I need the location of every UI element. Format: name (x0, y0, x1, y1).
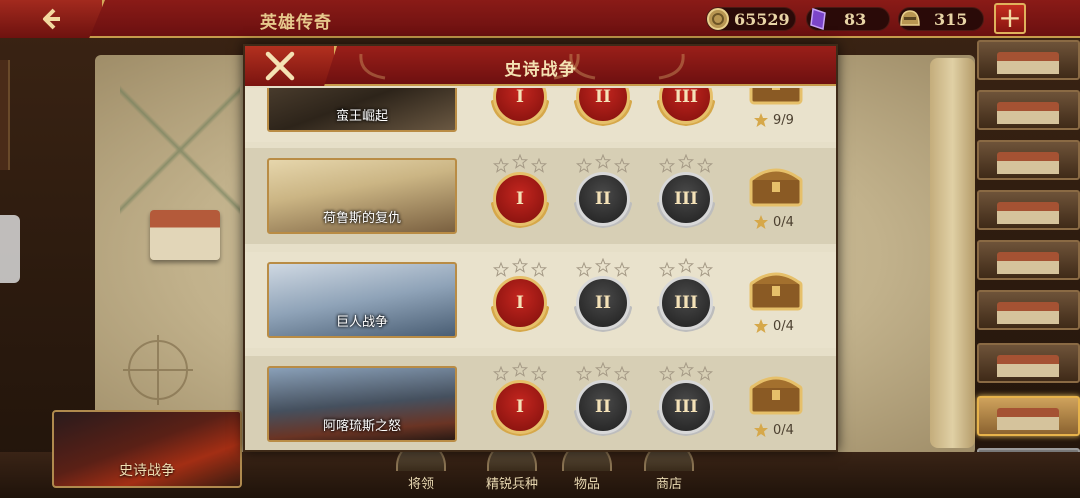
star-progress-value: 0/4 (773, 318, 794, 334)
difficulty-medal-3[interactable]: III (653, 362, 719, 444)
difficulty-label: I (493, 380, 547, 434)
building-slot-1[interactable] (977, 40, 1080, 80)
difficulty-medal-2[interactable]: II (570, 88, 636, 134)
generals-label: 将领 (407, 477, 434, 492)
difficulty-medal-3[interactable]: III (653, 88, 719, 134)
star-progress: 0/4 (753, 420, 813, 440)
back-arrow-icon (43, 8, 60, 30)
map-scroll-edge (930, 58, 975, 448)
difficulty-medal-1[interactable]: I (487, 154, 553, 236)
elite-units-label: 精锐兵种 (485, 477, 538, 492)
gold-value: 65529 (734, 9, 790, 29)
left-panel-edge (0, 60, 10, 170)
chapter-row-giants[interactable]: 巨人战争 I II III 0/4 (245, 252, 836, 348)
star-progress: 9/9 (753, 110, 813, 130)
difficulty-medal-1[interactable]: I (487, 258, 553, 340)
dialog-title: 史诗战争 (504, 60, 577, 80)
difficulty-label: I (493, 276, 547, 330)
building-slot-4[interactable] (977, 190, 1080, 230)
building-slot-8-selected[interactable] (977, 396, 1080, 436)
difficulty-stars (658, 362, 714, 381)
map-mountains (120, 80, 240, 220)
treasure-chest-icon[interactable] (748, 88, 804, 106)
building-slot-3[interactable] (977, 140, 1080, 180)
star-progress: 0/4 (753, 212, 813, 232)
epic-war-dialog: 史诗战争 蛮王崛起 I II III 9/9 荷鲁斯的复仇 I II III 0/4 巨人战… (243, 44, 838, 452)
add-resource-button[interactable]: + (994, 3, 1026, 34)
chapter-name: 荷鲁斯的复仇 (322, 211, 401, 226)
difficulty-label: II (576, 380, 630, 434)
epic-war-card[interactable]: 史诗战争 (52, 410, 242, 488)
difficulty-stars (492, 154, 548, 173)
chapter-thumbnail[interactable]: 蛮王崛起 (267, 88, 457, 132)
chapter-name: 阿喀琉斯之怒 (322, 419, 401, 434)
treasure-chest-icon[interactable] (748, 268, 804, 312)
chapter-thumbnail[interactable]: 巨人战争 (267, 262, 457, 338)
star-icon (754, 215, 768, 229)
difficulty-stars (575, 362, 631, 381)
chapter-name: 巨人战争 (335, 315, 388, 330)
gem-value: 83 (844, 9, 867, 29)
building-slot-5[interactable] (977, 240, 1080, 280)
difficulty-label: II (576, 172, 630, 226)
difficulty-stars (492, 258, 548, 277)
gem-counter[interactable]: 83 (806, 7, 890, 31)
gold-counter[interactable]: 65529 (706, 7, 796, 31)
difficulty-label: II (576, 276, 630, 330)
food-counter[interactable]: 315 (898, 7, 984, 31)
chapter-name: 蛮王崛起 (335, 109, 388, 124)
chapter-row-horus[interactable]: 荷鲁斯的复仇 I II III 0/4 (245, 148, 836, 244)
back-button[interactable] (0, 0, 105, 38)
compass-icon (128, 340, 188, 400)
difficulty-stars (658, 154, 714, 173)
difficulty-stars (575, 258, 631, 277)
top-bar: 英雄传奇 65529 83 315 + (0, 0, 1080, 38)
difficulty-label: III (659, 276, 713, 330)
star-progress-value: 0/4 (773, 214, 794, 230)
treasure-chest-icon[interactable] (748, 164, 804, 208)
chapter-row-barbarian[interactable]: 蛮王崛起 I II III 9/9 (245, 88, 836, 142)
shop-label: 商店 (655, 477, 682, 492)
page-title: 英雄传奇 (260, 13, 332, 33)
treasure-chest-icon[interactable] (748, 372, 804, 416)
building-slot-2[interactable] (977, 90, 1080, 130)
helmet-icon (897, 6, 923, 32)
star-progress-value: 0/4 (773, 422, 794, 438)
epic-war-card-label: 史诗战争 (119, 463, 175, 479)
star-icon (754, 113, 768, 127)
building-column (977, 38, 1080, 498)
difficulty-stars (658, 258, 714, 277)
map-building[interactable] (150, 210, 220, 260)
chapter-thumbnail[interactable]: 阿喀琉斯之怒 (267, 366, 457, 442)
food-value: 315 (934, 9, 968, 29)
difficulty-medal-3[interactable]: III (653, 154, 719, 236)
difficulty-medal-2[interactable]: II (570, 258, 636, 340)
gem-icon (805, 6, 831, 32)
star-icon (754, 423, 768, 437)
star-icon (754, 319, 768, 333)
building-slot-7[interactable] (977, 343, 1080, 383)
difficulty-medal-1[interactable]: I (487, 88, 553, 134)
items-label: 物品 (573, 477, 600, 492)
difficulty-medal-1[interactable]: I (487, 362, 553, 444)
difficulty-label: III (659, 172, 713, 226)
left-side-tab[interactable] (0, 215, 20, 283)
star-progress: 0/4 (753, 316, 813, 336)
difficulty-medal-2[interactable]: II (570, 362, 636, 444)
difficulty-label: I (493, 172, 547, 226)
gold-coin-icon (705, 6, 731, 32)
difficulty-stars (575, 154, 631, 173)
difficulty-stars (492, 362, 548, 381)
dialog-header: 史诗战争 (245, 46, 836, 86)
difficulty-medal-2[interactable]: II (570, 154, 636, 236)
chapter-thumbnail[interactable]: 荷鲁斯的复仇 (267, 158, 457, 234)
star-progress-value: 9/9 (773, 112, 794, 128)
chapter-list[interactable]: 蛮王崛起 I II III 9/9 荷鲁斯的复仇 I II III 0/4 巨人战争 I II… (245, 88, 836, 450)
building-slot-6[interactable] (977, 290, 1080, 330)
difficulty-medal-3[interactable]: III (653, 258, 719, 340)
chapter-row-achilles[interactable]: 阿喀琉斯之怒 I II III 0/4 (245, 356, 836, 450)
difficulty-label: III (659, 380, 713, 434)
